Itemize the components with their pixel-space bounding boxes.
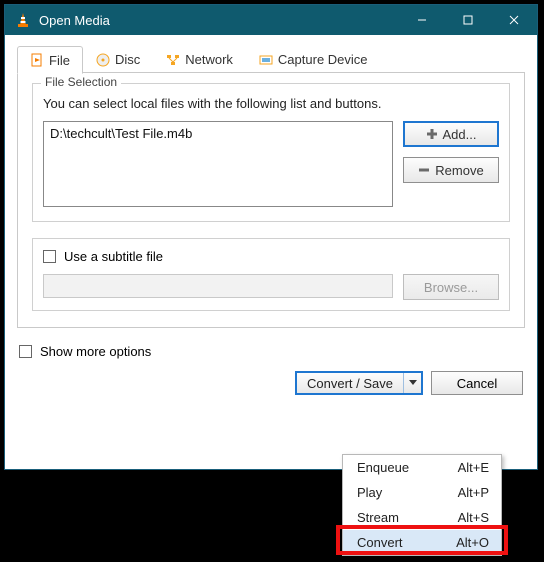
list-item[interactable]: D:\techcult\Test File.m4b — [50, 126, 386, 141]
browse-button-label: Browse... — [424, 280, 478, 295]
titlebar: Open Media — [5, 5, 537, 35]
menu-item-accel: Alt+O — [456, 535, 489, 550]
subtitle-checkbox-label: Use a subtitle file — [64, 249, 163, 264]
content-area: File Disc Network Capture Device File Se… — [5, 35, 537, 395]
file-icon — [30, 53, 44, 67]
tab-capture-label: Capture Device — [278, 52, 368, 67]
tab-network[interactable]: Network — [153, 45, 246, 73]
file-selection-legend: File Selection — [41, 75, 121, 89]
menu-item-label: Stream — [357, 510, 399, 525]
tab-file-label: File — [49, 53, 70, 68]
show-more-label: Show more options — [40, 344, 151, 359]
file-list[interactable]: D:\techcult\Test File.m4b — [43, 121, 393, 207]
convert-save-button[interactable]: Convert / Save — [295, 371, 423, 395]
maximize-button[interactable] — [445, 5, 491, 35]
menu-item-convert[interactable]: Convert Alt+O — [343, 530, 501, 555]
menu-item-stream[interactable]: Stream Alt+S — [343, 505, 501, 530]
subtitle-path-input — [43, 274, 393, 298]
tab-panel-file: File Selection You can select local file… — [17, 73, 525, 328]
menu-item-enqueue[interactable]: Enqueue Alt+E — [343, 455, 501, 480]
menu-item-accel: Alt+E — [458, 460, 489, 475]
tab-disc[interactable]: Disc — [83, 45, 153, 73]
plus-icon — [426, 128, 438, 140]
menu-item-play[interactable]: Play Alt+P — [343, 480, 501, 505]
cancel-button[interactable]: Cancel — [431, 371, 523, 395]
network-icon — [166, 53, 180, 67]
window-title: Open Media — [39, 13, 399, 28]
tabs: File Disc Network Capture Device — [17, 45, 525, 73]
remove-button[interactable]: Remove — [403, 157, 499, 183]
tab-network-label: Network — [185, 52, 233, 67]
subtitle-section: Use a subtitle file Browse... — [32, 238, 510, 311]
disc-icon — [96, 53, 110, 67]
convert-save-label[interactable]: Convert / Save — [297, 373, 403, 393]
add-button-label: Add... — [443, 127, 477, 142]
capture-icon — [259, 53, 273, 67]
minus-icon — [418, 164, 430, 176]
tab-capture[interactable]: Capture Device — [246, 45, 381, 73]
convert-save-menu: Enqueue Alt+E Play Alt+P Stream Alt+S Co… — [342, 454, 502, 556]
subtitle-checkbox[interactable] — [43, 250, 56, 263]
browse-button: Browse... — [403, 274, 499, 300]
add-button[interactable]: Add... — [403, 121, 499, 147]
menu-item-label: Play — [357, 485, 382, 500]
tab-file[interactable]: File — [17, 46, 83, 74]
convert-save-dropdown[interactable] — [403, 373, 421, 393]
menu-item-label: Convert — [357, 535, 403, 550]
file-selection-hint: You can select local files with the foll… — [43, 96, 499, 111]
file-selection-fieldset: File Selection You can select local file… — [32, 83, 510, 222]
chevron-down-icon — [409, 380, 417, 386]
vlc-cone-icon — [15, 12, 31, 28]
close-button[interactable] — [491, 5, 537, 35]
show-more-checkbox[interactable] — [19, 345, 32, 358]
open-media-window: Open Media File Disc Network — [4, 4, 538, 470]
menu-item-accel: Alt+P — [458, 485, 489, 500]
remove-button-label: Remove — [435, 163, 483, 178]
menu-item-accel: Alt+S — [458, 510, 489, 525]
cancel-button-label: Cancel — [457, 376, 497, 391]
footer: Show more options Convert / Save Cancel — [17, 328, 525, 395]
tab-disc-label: Disc — [115, 52, 140, 67]
minimize-button[interactable] — [399, 5, 445, 35]
menu-item-label: Enqueue — [357, 460, 409, 475]
